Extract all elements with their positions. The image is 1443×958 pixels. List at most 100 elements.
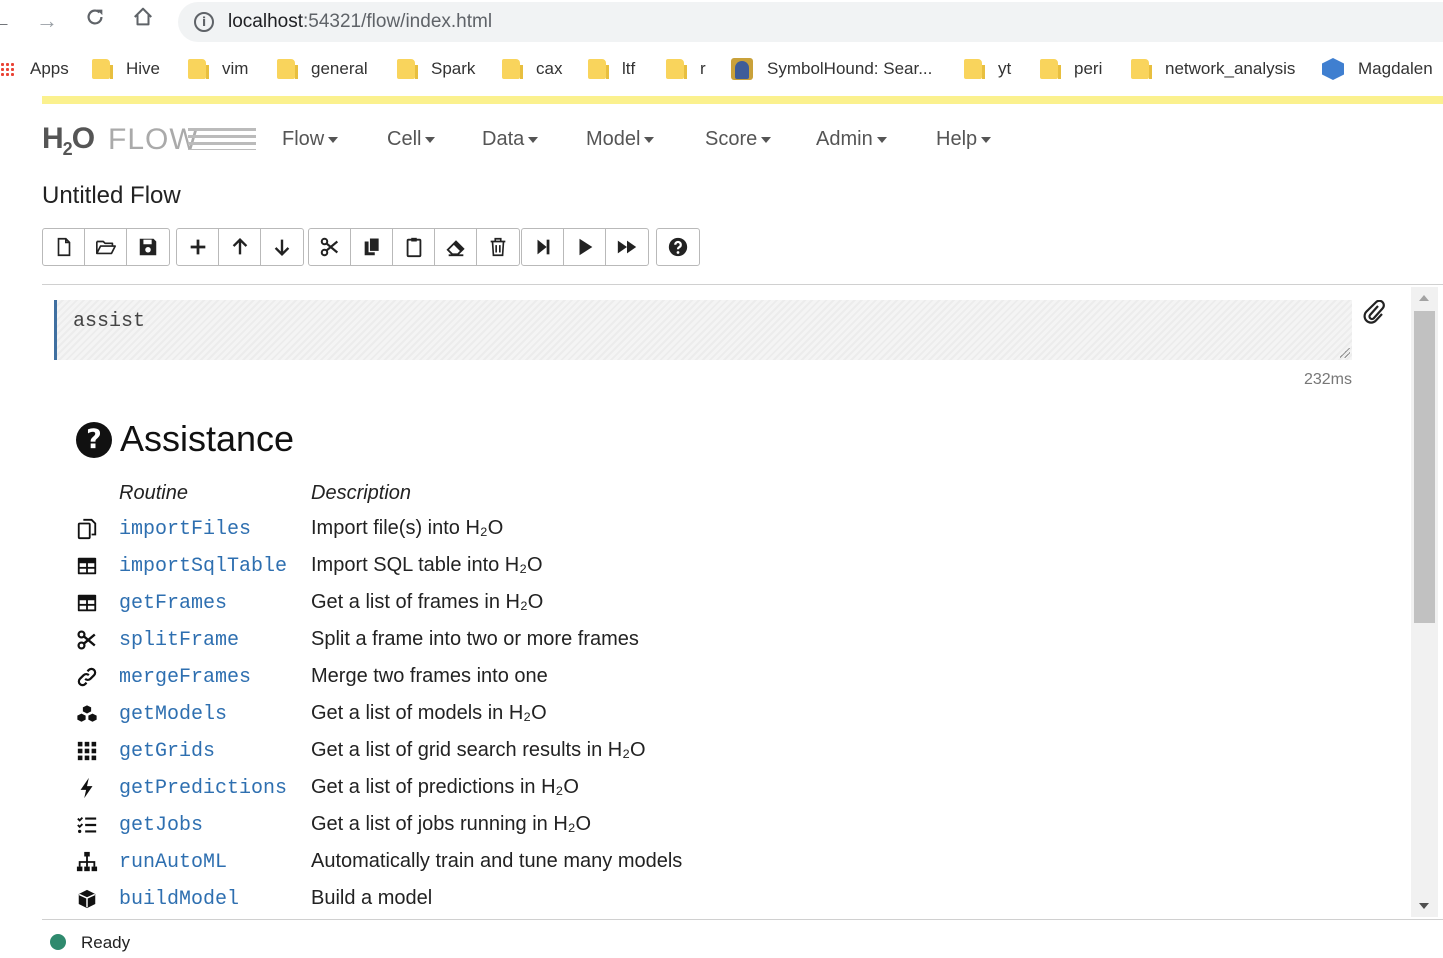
magdalen-favicon-icon bbox=[1322, 58, 1344, 80]
assist-row: getModels Get a list of models in H₂O bbox=[76, 699, 776, 735]
status-text: Ready bbox=[81, 933, 131, 952]
menu-admin[interactable]: Admin bbox=[816, 128, 887, 151]
url-text: localhost:54321/flow/index.html bbox=[228, 11, 493, 32]
tasks-icon bbox=[76, 814, 98, 836]
toolbar-edit-group bbox=[308, 228, 520, 266]
run-cell-button[interactable] bbox=[564, 229, 606, 265]
routine-importSqlTable[interactable]: importSqlTable bbox=[119, 555, 287, 578]
caret-down-icon bbox=[761, 136, 772, 143]
paste-cell-button[interactable] bbox=[393, 229, 435, 265]
folder-icon bbox=[397, 59, 418, 79]
scroll-down-arrow-icon[interactable] bbox=[1419, 903, 1429, 909]
menu-model[interactable]: Model bbox=[586, 128, 655, 151]
assist-row: mergeFrames Merge two frames into one bbox=[76, 662, 776, 698]
trash-icon bbox=[490, 237, 506, 257]
resize-handle-icon[interactable] bbox=[1340, 348, 1350, 358]
routine-getPredictions[interactable]: getPredictions bbox=[119, 777, 287, 800]
caret-down-icon bbox=[644, 136, 655, 143]
cell-code-editor[interactable]: assist bbox=[54, 300, 1352, 360]
address-bar[interactable]: i localhost:54321/flow/index.html bbox=[178, 2, 1443, 42]
new-flow-button[interactable] bbox=[43, 229, 85, 265]
routine-getModels[interactable]: getModels bbox=[119, 703, 227, 726]
menu-flow[interactable]: Flow bbox=[282, 128, 339, 151]
folder-icon bbox=[502, 59, 523, 79]
bookmark-general[interactable]: general bbox=[277, 57, 368, 81]
logo-lines-icon bbox=[188, 128, 256, 150]
info-icon[interactable]: i bbox=[194, 12, 214, 32]
column-header-description: Description bbox=[311, 482, 412, 504]
home-icon[interactable] bbox=[128, 6, 158, 36]
menu-data[interactable]: Data bbox=[482, 128, 539, 151]
bookmark-r[interactable]: r bbox=[666, 57, 706, 81]
menu-help[interactable]: Help bbox=[936, 128, 992, 151]
bookmark-apps[interactable]: Apps bbox=[0, 57, 69, 81]
bookmark-ltf[interactable]: ltf bbox=[588, 57, 635, 81]
h2o-flow-logo[interactable]: H2O FLOW bbox=[42, 120, 262, 162]
routine-runAutoML[interactable]: runAutoML bbox=[119, 851, 227, 874]
status-divider bbox=[42, 919, 1443, 920]
routine-description: Get a list of predictions in H₂O bbox=[311, 776, 579, 798]
routine-getFrames[interactable]: getFrames bbox=[119, 592, 227, 615]
reload-icon[interactable] bbox=[80, 6, 110, 36]
bookmark-peri[interactable]: peri bbox=[1040, 57, 1102, 81]
bookmark-symbolhound[interactable]: SymbolHound: Sear... bbox=[731, 57, 932, 81]
bookmark-spark[interactable]: Spark bbox=[397, 57, 475, 81]
menu-score[interactable]: Score bbox=[705, 128, 772, 151]
caret-down-icon bbox=[425, 136, 436, 143]
toolbar-run-group bbox=[521, 228, 649, 266]
assist-row: importFiles Import file(s) into H₂O bbox=[76, 514, 776, 550]
cut-cell-button[interactable] bbox=[309, 229, 351, 265]
bookmark-vim[interactable]: vim bbox=[188, 57, 248, 81]
move-cell-down-button[interactable] bbox=[261, 229, 303, 265]
bookmark-yt[interactable]: yt bbox=[964, 57, 1011, 81]
routine-getJobs[interactable]: getJobs bbox=[119, 814, 203, 837]
question-circle-icon: ? bbox=[76, 422, 112, 458]
scroll-up-arrow-icon[interactable] bbox=[1419, 295, 1429, 301]
menu-cell[interactable]: Cell bbox=[387, 128, 436, 151]
file-icon bbox=[57, 237, 70, 257]
cube-icon bbox=[76, 888, 98, 910]
sitemap-icon bbox=[76, 851, 98, 873]
plus-icon bbox=[190, 239, 205, 255]
insert-cell-button[interactable] bbox=[177, 229, 219, 265]
assist-row: runAutoML Automatically train and tune m… bbox=[76, 847, 776, 883]
bookmark-hive[interactable]: Hive bbox=[92, 57, 160, 81]
routine-importFiles[interactable]: importFiles bbox=[119, 518, 251, 541]
paperclip-icon[interactable] bbox=[1362, 299, 1386, 326]
routine-splitFrame[interactable]: splitFrame bbox=[119, 629, 239, 652]
assist-row: getJobs Get a list of jobs running in H₂… bbox=[76, 810, 776, 846]
save-flow-button[interactable] bbox=[127, 229, 169, 265]
assist-row: getFrames Get a list of frames in H₂O bbox=[76, 588, 776, 624]
routine-getGrids[interactable]: getGrids bbox=[119, 740, 215, 763]
table-icon bbox=[76, 555, 98, 577]
folder-open-icon bbox=[95, 240, 116, 255]
routine-description: Split a frame into two or more frames bbox=[311, 628, 639, 650]
bookmark-network-analysis[interactable]: network_analysis bbox=[1131, 57, 1295, 81]
play-icon bbox=[579, 238, 592, 256]
copy-cell-button[interactable] bbox=[351, 229, 393, 265]
save-icon bbox=[139, 238, 157, 256]
help-button[interactable] bbox=[657, 229, 699, 265]
routine-buildModel[interactable]: buildModel bbox=[119, 888, 239, 911]
clear-cell-button[interactable] bbox=[435, 229, 477, 265]
delete-cell-button[interactable] bbox=[477, 229, 519, 265]
run-all-button[interactable] bbox=[606, 229, 648, 265]
bookmark-cax[interactable]: cax bbox=[502, 57, 562, 81]
bookmark-magdalen[interactable]: Magdalen bbox=[1322, 57, 1433, 81]
apps-grid-icon bbox=[0, 62, 14, 76]
fast-forward-icon bbox=[617, 240, 637, 254]
back-arrow-icon[interactable]: ← bbox=[0, 6, 16, 36]
forward-arrow-icon[interactable]: → bbox=[32, 6, 62, 36]
logo-h2o-text: H2O bbox=[42, 122, 95, 159]
open-flow-button[interactable] bbox=[85, 229, 127, 265]
cell-code-text[interactable]: assist bbox=[73, 310, 145, 333]
run-step-button[interactable] bbox=[522, 229, 564, 265]
files-icon bbox=[76, 518, 98, 540]
scrollbar-thumb[interactable] bbox=[1414, 311, 1435, 623]
routine-description: Get a list of frames in H₂O bbox=[311, 591, 544, 613]
move-cell-up-button[interactable] bbox=[219, 229, 261, 265]
caret-down-icon bbox=[328, 136, 339, 143]
flow-title[interactable]: Untitled Flow bbox=[42, 182, 181, 210]
routine-mergeFrames[interactable]: mergeFrames bbox=[119, 666, 251, 689]
vertical-scrollbar[interactable] bbox=[1411, 287, 1438, 917]
